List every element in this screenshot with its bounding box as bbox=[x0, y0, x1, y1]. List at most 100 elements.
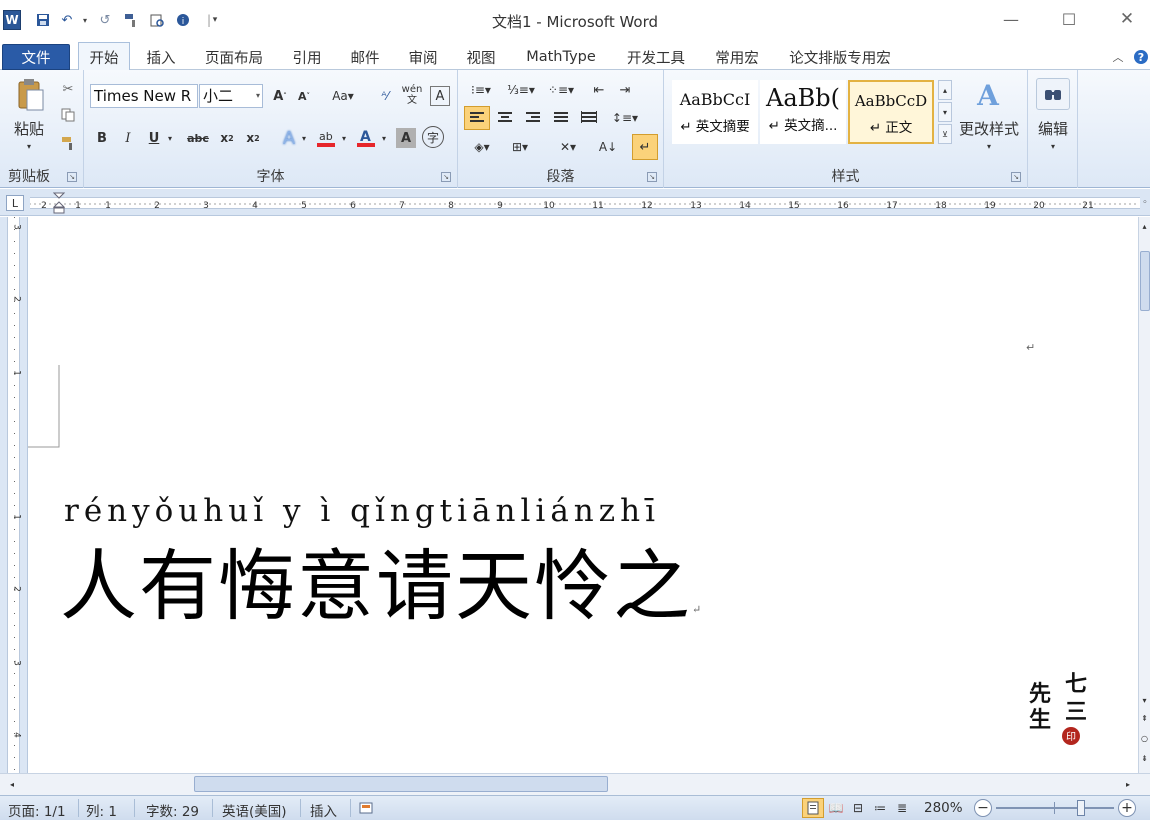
copy-icon[interactable] bbox=[58, 106, 78, 124]
align-center-icon[interactable] bbox=[492, 106, 518, 130]
maximize-icon[interactable]: ☐ bbox=[1054, 6, 1084, 32]
paste-icon[interactable] bbox=[8, 76, 52, 114]
distributed-icon[interactable] bbox=[576, 106, 602, 130]
zoom-slider-track[interactable] bbox=[996, 807, 1114, 809]
font-size-combobox[interactable]: 小二 ▾ bbox=[199, 84, 263, 108]
superscript-icon[interactable]: x2 bbox=[242, 128, 264, 148]
scroll-right-icon[interactable]: ▸ bbox=[1122, 777, 1134, 791]
tab-file[interactable]: 文件 bbox=[2, 44, 70, 70]
tab-home[interactable]: 开始 bbox=[78, 42, 130, 71]
enclose-characters-icon[interactable]: 字 bbox=[422, 126, 444, 148]
full-screen-reading-icon[interactable]: 📖 bbox=[826, 798, 846, 818]
styles-scroll-up-icon[interactable]: ▴ bbox=[938, 80, 952, 100]
phonetic-guide-icon[interactable]: wén 文 bbox=[400, 82, 424, 108]
font-size-dropdown-icon[interactable]: ▾ bbox=[256, 85, 260, 107]
change-styles-icon[interactable]: A bbox=[970, 78, 1006, 112]
vertical-ruler[interactable]: 3 2 1 1 2 3 4 bbox=[0, 217, 28, 773]
shrink-font-icon[interactable]: A ˅ bbox=[294, 86, 314, 106]
scroll-up-icon[interactable]: ▴ bbox=[1139, 219, 1150, 233]
column-indicator[interactable]: 列: 1 bbox=[86, 800, 117, 820]
document-page[interactable]: ↵ rényǒuhuǐ y ì qǐngtiānliánzhī 人有悔意请天怜之… bbox=[28, 217, 1138, 773]
close-icon[interactable]: ✕ bbox=[1112, 6, 1142, 32]
vertical-scrollbar[interactable]: ▴ ▾ ⇞ ○ ⇟ bbox=[1138, 217, 1150, 773]
paragraph-launcher-icon[interactable]: ↘ bbox=[647, 172, 657, 182]
draft-view-icon[interactable]: ≣ bbox=[892, 798, 912, 818]
zoom-level[interactable]: 280% bbox=[924, 800, 963, 816]
tab-page-layout[interactable]: 页面布局 bbox=[198, 44, 270, 70]
grow-font-icon[interactable]: A ˄ bbox=[270, 86, 290, 106]
horizontal-scroll-thumb[interactable] bbox=[194, 776, 608, 792]
insert-mode[interactable]: 插入 bbox=[310, 800, 337, 820]
font-launcher-icon[interactable]: ↘ bbox=[441, 172, 451, 182]
zoom-out-icon[interactable]: − bbox=[974, 799, 992, 817]
clear-formatting-icon[interactable]: ᴬ⁄ bbox=[374, 86, 396, 106]
style-english-abstract-2[interactable]: AaBb( ↵ 英文摘... bbox=[760, 80, 846, 144]
bullets-icon[interactable]: ⁝≡▾ bbox=[466, 80, 496, 100]
paste-button[interactable]: 粘贴 bbox=[6, 118, 52, 138]
strikethrough-icon[interactable]: abc bbox=[186, 128, 210, 148]
increase-indent-icon[interactable]: ⇥ bbox=[614, 80, 636, 100]
scroll-left-icon[interactable]: ◂ bbox=[6, 777, 18, 791]
scroll-down-icon[interactable]: ▾ bbox=[1139, 693, 1150, 707]
shading-icon[interactable]: ◈▾ bbox=[466, 136, 498, 158]
page-indicator[interactable]: 页面: 1/1 bbox=[8, 800, 66, 820]
horizontal-ruler[interactable]: L 2 1 1 2 3 4 5 6 7 8 9 10 11 12 13 14 15 16 17 18 19 20 21 ◦ bbox=[0, 189, 1150, 216]
editing-dropdown-icon[interactable]: ▾ bbox=[1046, 140, 1060, 152]
tab-developer[interactable]: 开发工具 bbox=[620, 44, 692, 70]
character-shading-icon[interactable]: A bbox=[396, 128, 416, 148]
justify-icon[interactable] bbox=[548, 106, 574, 130]
style-normal[interactable]: AaBbCcD ↵ 正文 bbox=[848, 80, 934, 144]
change-case-icon[interactable]: Aa▾ bbox=[330, 86, 356, 106]
chinese-layout-icon[interactable]: ✕▾ bbox=[552, 136, 584, 158]
help-icon[interactable]: ? bbox=[1132, 44, 1150, 70]
paste-dropdown-icon[interactable]: ▾ bbox=[22, 140, 36, 152]
next-page-icon[interactable]: ⇟ bbox=[1139, 751, 1150, 765]
minimize-ribbon-icon[interactable]: ︿ bbox=[1110, 44, 1126, 70]
macro-recording-icon[interactable] bbox=[358, 800, 374, 816]
numbering-icon[interactable]: ⅓≡▾ bbox=[504, 80, 538, 100]
show-formatting-marks-icon[interactable]: ↵ bbox=[632, 134, 658, 160]
select-browse-object-icon[interactable]: ○ bbox=[1139, 731, 1150, 745]
minimize-icon[interactable]: — bbox=[996, 6, 1026, 32]
zoom-slider-thumb[interactable] bbox=[1077, 800, 1085, 816]
line-spacing-icon[interactable]: ↕≡▾ bbox=[608, 106, 642, 130]
sort-icon[interactable]: A↓ bbox=[596, 136, 620, 158]
tab-mailings[interactable]: 邮件 bbox=[344, 44, 386, 70]
tab-thesis-macros[interactable]: 论文排版专用宏 bbox=[782, 44, 898, 70]
styles-launcher-icon[interactable]: ↘ bbox=[1011, 172, 1021, 182]
underline-dropdown-icon[interactable]: ▾ bbox=[164, 128, 176, 148]
italic-icon[interactable]: I bbox=[118, 128, 138, 148]
format-painter-brush-icon[interactable] bbox=[58, 134, 78, 152]
borders-icon[interactable]: ⊞▾ bbox=[504, 136, 536, 158]
indent-marker-icon[interactable] bbox=[52, 192, 66, 214]
tab-review[interactable]: 审阅 bbox=[402, 44, 444, 70]
word-count[interactable]: 字数: 29 bbox=[146, 800, 199, 820]
scroll-thumb[interactable] bbox=[1140, 251, 1150, 311]
tab-view[interactable]: 视图 bbox=[460, 44, 502, 70]
change-styles-dropdown-icon[interactable]: ▾ bbox=[982, 140, 996, 152]
previous-page-icon[interactable]: ⇞ bbox=[1139, 711, 1150, 725]
multilevel-list-icon[interactable]: ⁘≡▾ bbox=[544, 80, 578, 100]
align-right-icon[interactable] bbox=[520, 106, 546, 130]
underline-icon[interactable]: U bbox=[144, 128, 164, 148]
outline-view-icon[interactable]: ≔ bbox=[870, 798, 890, 818]
style-english-abstract[interactable]: AaBbCcI ↵ 英文摘要 bbox=[672, 80, 758, 144]
font-name-combobox[interactable]: Times New R bbox=[90, 84, 198, 108]
font-color-dropdown-icon[interactable]: ▾ bbox=[379, 128, 389, 148]
horizontal-scrollbar[interactable]: ◂ ▸ bbox=[0, 773, 1150, 795]
decrease-indent-icon[interactable]: ⇤ bbox=[588, 80, 610, 100]
text-effects-dropdown-icon[interactable]: ▾ bbox=[299, 128, 309, 148]
editing-button[interactable]: 编辑 bbox=[1030, 118, 1076, 138]
align-left-icon[interactable] bbox=[464, 106, 490, 130]
zoom-in-icon[interactable]: + bbox=[1118, 799, 1136, 817]
tab-common-macros[interactable]: 常用宏 bbox=[708, 44, 766, 70]
tab-mathtype[interactable]: MathType bbox=[518, 44, 604, 70]
text-effects-icon[interactable]: A bbox=[278, 126, 300, 150]
tab-selector-icon[interactable]: L bbox=[6, 195, 24, 211]
bold-icon[interactable]: B bbox=[92, 128, 112, 148]
print-layout-view-icon[interactable] bbox=[802, 798, 824, 818]
clipboard-launcher-icon[interactable]: ↘ bbox=[67, 172, 77, 182]
subscript-icon[interactable]: x2 bbox=[216, 128, 238, 148]
styles-scroll-down-icon[interactable]: ▾ bbox=[938, 102, 952, 122]
tab-references[interactable]: 引用 bbox=[286, 44, 328, 70]
